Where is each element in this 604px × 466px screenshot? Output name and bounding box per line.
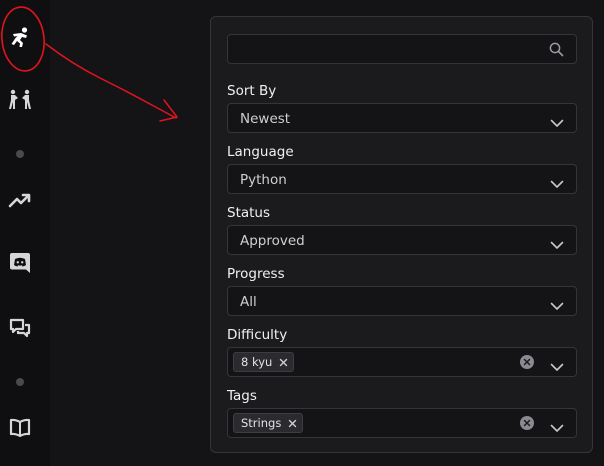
tag-chip: Strings	[233, 413, 304, 433]
chevron-down-icon[interactable]	[550, 296, 564, 315]
chevron-down-icon[interactable]	[550, 174, 564, 193]
nav-separator-dot	[16, 378, 24, 386]
chevron-down-icon[interactable]	[550, 113, 564, 132]
chat-bubbles-icon[interactable]	[0, 308, 40, 348]
sort-by-select[interactable]: Newest	[227, 103, 577, 133]
trending-icon[interactable]	[0, 180, 40, 220]
clear-icon[interactable]	[520, 355, 534, 369]
nav-separator-dot	[16, 150, 24, 158]
language-label: Language	[227, 144, 294, 160]
difficulty-multiselect[interactable]: 8 kyu	[227, 347, 577, 377]
search-input[interactable]	[236, 39, 540, 61]
search-box[interactable]	[227, 34, 577, 64]
remove-chip-icon[interactable]	[288, 419, 297, 428]
search-icon[interactable]	[549, 42, 564, 61]
sort-by-label: Sort By	[227, 83, 277, 99]
tags-label: Tags	[227, 388, 257, 404]
tags-multiselect[interactable]: Strings	[227, 408, 577, 438]
remove-chip-icon[interactable]	[279, 358, 288, 367]
progress-select[interactable]: All	[227, 286, 577, 316]
chevron-down-icon[interactable]	[550, 418, 564, 437]
sort-by-value: Newest	[240, 111, 291, 127]
status-select[interactable]: Approved	[227, 225, 577, 255]
chevron-down-icon[interactable]	[550, 357, 564, 376]
difficulty-chip: 8 kyu	[233, 352, 295, 372]
progress-label: Progress	[227, 266, 285, 282]
clear-icon[interactable]	[520, 416, 534, 430]
kata-logo-icon[interactable]	[0, 18, 40, 58]
chip-label: 8 kyu	[241, 355, 273, 369]
sparring-icon[interactable]	[0, 80, 40, 120]
chevron-down-icon[interactable]	[550, 235, 564, 254]
status-value: Approved	[240, 233, 305, 249]
language-select[interactable]: Python	[227, 164, 577, 194]
difficulty-label: Difficulty	[227, 327, 288, 343]
language-value: Python	[240, 172, 287, 188]
progress-value: All	[240, 294, 257, 310]
chip-label: Strings	[241, 416, 282, 430]
status-label: Status	[227, 205, 271, 221]
book-icon[interactable]	[0, 408, 40, 448]
discord-icon[interactable]	[0, 243, 40, 283]
filter-panel: Sort By Newest Language Python Status Ap…	[210, 16, 593, 453]
sidebar	[0, 0, 50, 466]
